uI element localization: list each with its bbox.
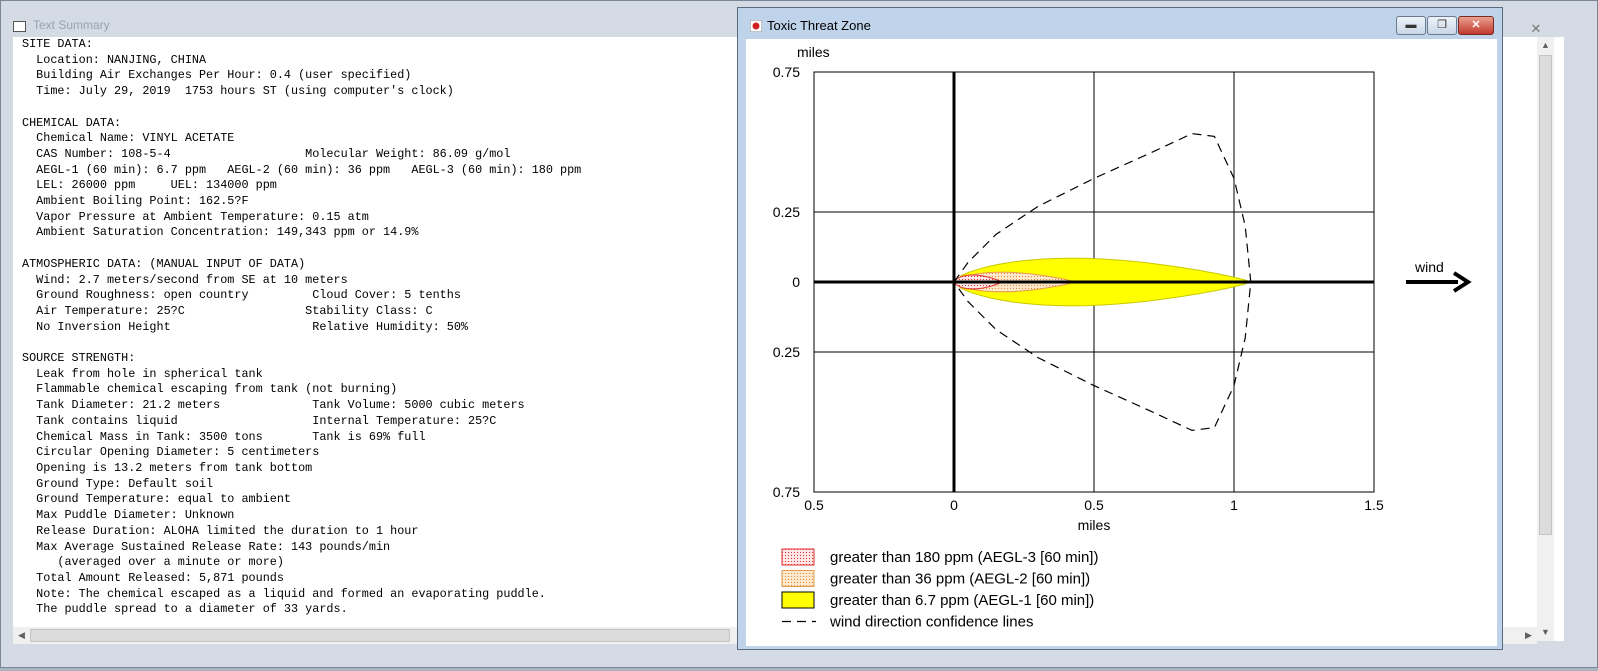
y-tick-label: 0 — [792, 274, 800, 290]
y-tick-label: 0.25 — [773, 204, 800, 220]
summary-line: Tank contains liquid Internal Temperatur… — [22, 413, 497, 428]
summary-line: Vapor Pressure at Ambient Temperature: 0… — [22, 209, 369, 224]
scroll-left-icon[interactable]: ◀ — [13, 627, 30, 644]
close-button[interactable]: ✕ — [1458, 16, 1494, 35]
scroll-right-icon[interactable]: ▶ — [1520, 627, 1537, 644]
x-tick-label: 1 — [1230, 497, 1238, 513]
threat-zone-plot-area: 0.5 0 0.5 1 1.5 0.75 0.25 0 0.25 0.75 miles miles wi… — [746, 39, 1497, 646]
y-tick-label: 0.75 — [773, 64, 800, 80]
summary-line: Ground Type: Default soil — [22, 476, 214, 491]
legend-label: greater than 36 ppm (AEGL-2 [60 min]) — [830, 571, 1090, 588]
legend-label: wind direction confidence lines — [829, 614, 1033, 631]
summary-line: CAS Number: 108-5-4 Molecular Weight: 86… — [22, 146, 511, 161]
x-tick-label: 0.5 — [804, 497, 824, 513]
summary-line: Time: July 29, 2019 1753 hours ST (using… — [22, 84, 454, 99]
summary-line: Ambient Saturation Concentration: 149,34… — [22, 225, 419, 240]
summary-line: LEL: 26000 ppm UEL: 134000 ppm — [22, 178, 277, 193]
summary-line: CHEMICAL DATA: — [22, 115, 122, 130]
y-axis-label: miles — [797, 44, 830, 60]
legend-label: greater than 6.7 ppm (AEGL-1 [60 min]) — [830, 592, 1094, 609]
summary-line: Ground Temperature: equal to ambient — [22, 492, 292, 507]
vertical-scroll-thumb[interactable] — [1539, 55, 1552, 535]
close-icon[interactable]: ✕ — [1529, 22, 1543, 36]
summary-line: Ground Roughness: open country Cloud Cov… — [22, 288, 461, 303]
summary-line: Chemical Mass in Tank: 3500 tons Tank is… — [22, 429, 426, 444]
summary-line: Total Amount Released: 5,871 pounds — [22, 570, 284, 585]
summary-line: Opening is 13.2 meters from tank bottom — [22, 460, 313, 475]
legend-swatch-aegl3 — [781, 548, 815, 566]
threat-zone-title: Toxic Threat Zone — [767, 18, 871, 33]
y-tick-label: 0.75 — [773, 484, 800, 500]
aloha-app-icon — [750, 20, 762, 32]
vertical-scrollbar[interactable]: ▲ ▼ — [1537, 37, 1554, 641]
x-tick-label: 0 — [950, 497, 958, 513]
scroll-down-icon[interactable]: ▼ — [1537, 624, 1554, 641]
summary-line: Building Air Exchanges Per Hour: 0.4 (us… — [22, 68, 412, 83]
toxic-threat-zone-window: Toxic Threat Zone ▬ ❐ ✕ 0.5 0 0.5 1 1.5 0.75 0… — [737, 7, 1503, 650]
legend-label: greater than 180 ppm (AEGL-3 [60 min]) — [830, 549, 1098, 566]
summary-line: Circular Opening Diameter: 5 centimeters — [22, 445, 320, 460]
wind-label: wind — [1414, 259, 1444, 275]
summary-line: The puddle spread to a diameter of 33 ya… — [22, 602, 348, 617]
summary-line: (averaged over a minute or more) — [22, 555, 284, 570]
summary-line: Flammable chemical escaping from tank (n… — [22, 382, 398, 397]
document-icon — [13, 21, 26, 32]
summary-line: Chemical Name: VINYL ACETATE — [22, 131, 235, 146]
legend-swatch-aegl1 — [781, 591, 815, 609]
summary-line: Release Duration: ALOHA limited the dura… — [22, 523, 419, 538]
threat-zone-titlebar[interactable]: Toxic Threat Zone ▬ ❐ ✕ — [738, 8, 1502, 38]
x-tick-label: 1.5 — [1364, 497, 1384, 513]
summary-line: AEGL-1 (60 min): 6.7 ppm AEGL-2 (60 min)… — [22, 162, 582, 177]
summary-line: Max Average Sustained Release Rate: 143 … — [22, 539, 391, 554]
summary-line: Max Puddle Diameter: Unknown — [22, 508, 235, 523]
summary-line: Tank Diameter: 21.2 meters Tank Volume: … — [22, 398, 525, 413]
minimize-button[interactable]: ▬ — [1396, 16, 1426, 35]
maximize-button[interactable]: ❐ — [1427, 16, 1457, 35]
summary-line: Air Temperature: 25?C Stability Class: C — [22, 303, 433, 318]
summary-line: No Inversion Height Relative Humidity: 5… — [22, 319, 468, 334]
summary-line: Location: NANJING, CHINA — [22, 52, 207, 67]
threat-zone-chart: 0.5 0 0.5 1 1.5 0.75 0.25 0 0.25 0.75 miles miles wi… — [773, 44, 1472, 631]
y-tick-label: 0.25 — [773, 344, 800, 360]
scroll-up-icon[interactable]: ▲ — [1537, 37, 1554, 54]
summary-line: Ambient Boiling Point: 162.5?F — [22, 194, 249, 209]
legend-swatch-aegl2 — [781, 570, 815, 587]
summary-line: ATMOSPHERIC DATA: (MANUAL INPUT OF DATA) — [22, 256, 306, 271]
x-axis-label: miles — [1078, 517, 1111, 533]
summary-line: SOURCE STRENGTH: — [22, 351, 136, 366]
summary-line: SITE DATA: — [22, 37, 93, 51]
horizontal-scroll-thumb[interactable] — [30, 629, 730, 642]
summary-text: SITE DATA: Location: NANJING, CHINA Buil… — [22, 37, 581, 618]
text-summary-title: Text Summary — [33, 18, 110, 32]
summary-line: Note: The chemical escaped as a liquid a… — [22, 586, 546, 601]
summary-line: Wind: 2.7 meters/second from SE at 10 me… — [22, 272, 348, 287]
x-tick-label: 0.5 — [1084, 497, 1104, 513]
summary-line: Leak from hole in spherical tank — [22, 366, 263, 381]
